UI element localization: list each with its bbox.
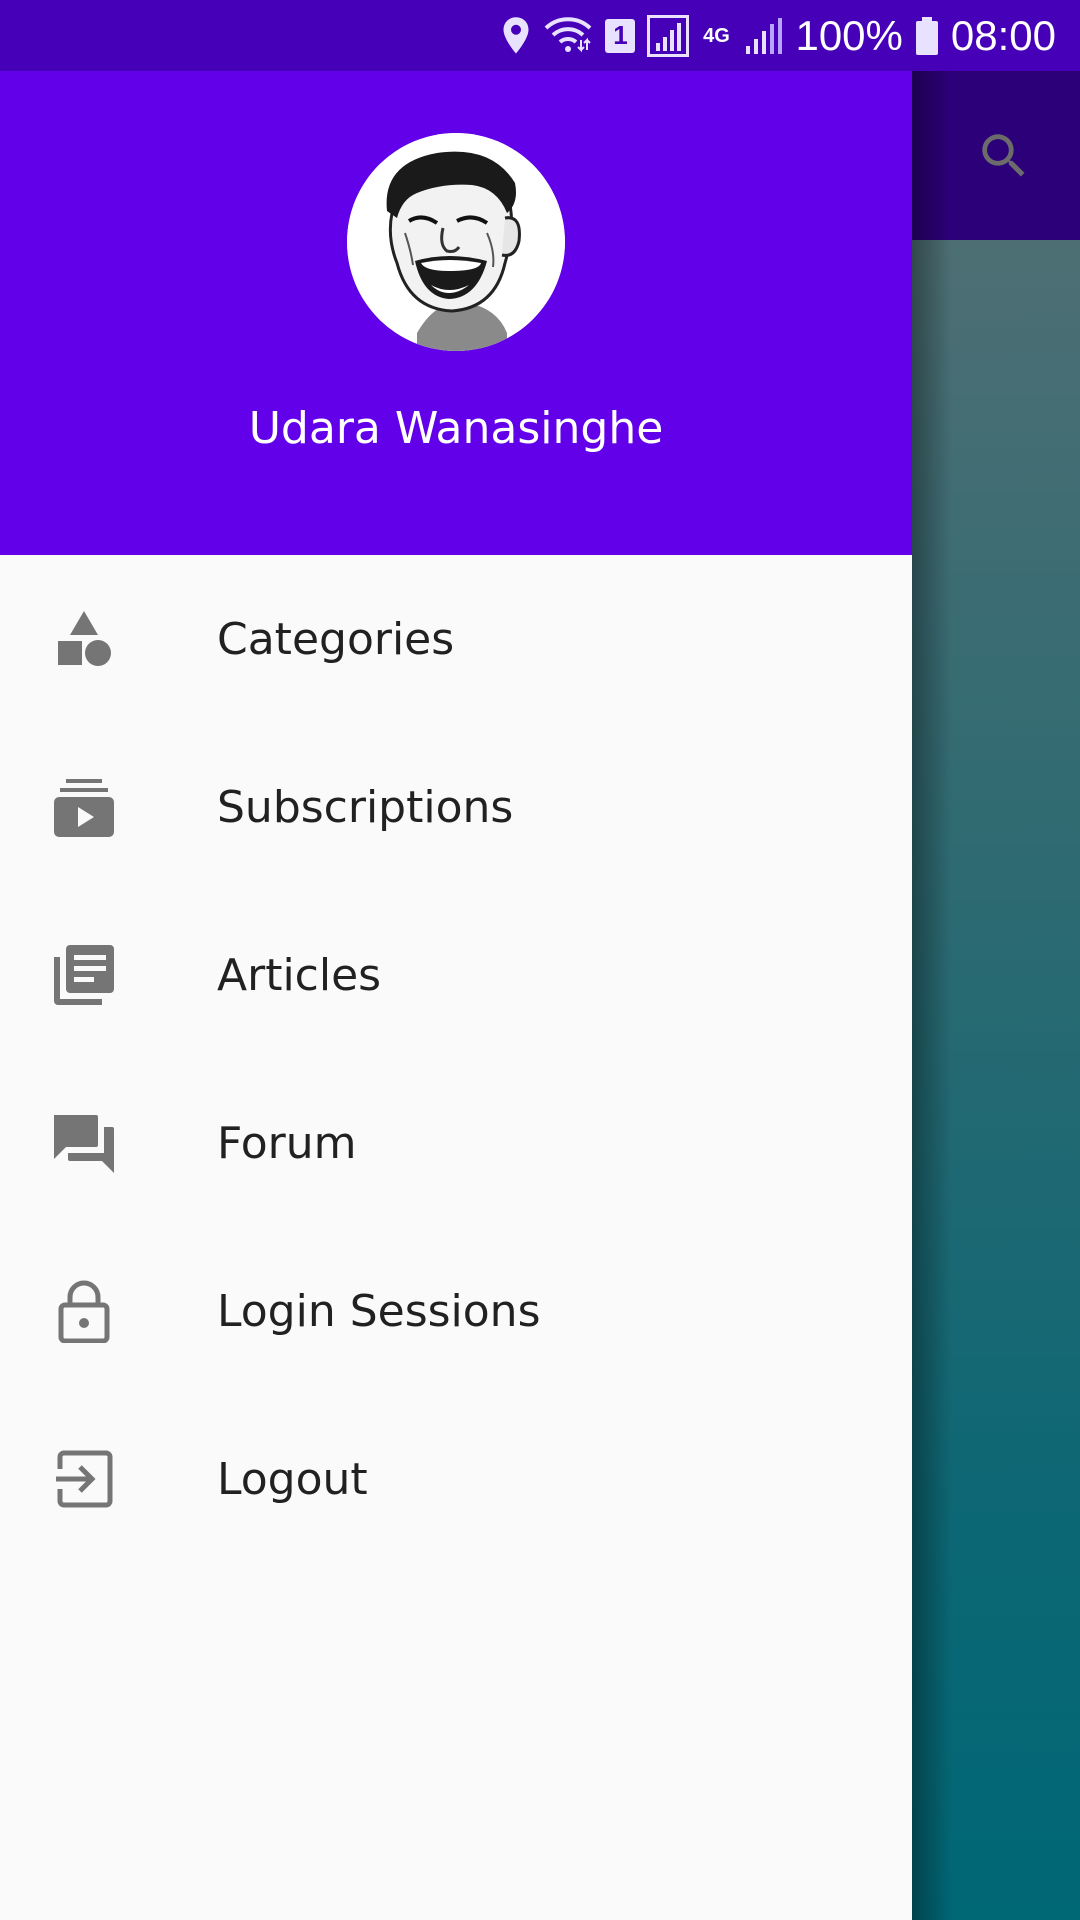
- screen: 1 4G 100% 08:00 Udara Wanasinghe Categor…: [0, 0, 1080, 1920]
- signal-icon: [647, 11, 690, 61]
- navigation-drawer: Udara Wanasinghe Categories Subscription…: [0, 71, 912, 1920]
- subscriptions-icon: [50, 773, 118, 841]
- logout-icon: [50, 1445, 118, 1513]
- location-icon: [501, 11, 531, 61]
- menu-item-logout[interactable]: Logout: [0, 1395, 912, 1563]
- menu-item-login-sessions[interactable]: Login Sessions: [0, 1227, 912, 1395]
- battery-icon: [915, 11, 939, 61]
- sim-icon: 1: [605, 18, 636, 53]
- battery-percent: 100%: [795, 11, 903, 59]
- user-name: Udara Wanasinghe: [248, 403, 664, 454]
- clock: 08:00: [950, 11, 1056, 59]
- articles-icon: [50, 941, 118, 1009]
- drawer-shadow: [912, 71, 952, 1920]
- menu-label: Login Sessions: [217, 1285, 541, 1337]
- menu-item-articles[interactable]: Articles: [0, 891, 912, 1059]
- menu-label: Articles: [217, 949, 382, 1001]
- menu-label: Forum: [217, 1117, 357, 1169]
- menu-item-forum[interactable]: Forum: [0, 1059, 912, 1227]
- avatar-image: [347, 133, 565, 351]
- forum-icon: [50, 1109, 118, 1177]
- menu-label: Logout: [217, 1453, 368, 1505]
- network-type: 4G: [703, 24, 730, 47]
- menu-label: Categories: [217, 613, 455, 665]
- menu-item-categories[interactable]: Categories: [0, 555, 912, 723]
- shapes-icon: [50, 605, 118, 673]
- menu-label: Subscriptions: [217, 781, 514, 833]
- drawer-header: Udara Wanasinghe: [0, 71, 912, 555]
- avatar[interactable]: [347, 133, 565, 351]
- wifi-icon: [543, 11, 593, 61]
- lock-icon: [50, 1277, 118, 1345]
- signal-weak-icon: [743, 11, 783, 61]
- search-button[interactable]: [968, 120, 1040, 192]
- search-icon: [982, 134, 1025, 177]
- status-bar: 1 4G 100% 08:00: [0, 0, 1080, 71]
- menu-item-subscriptions[interactable]: Subscriptions: [0, 723, 912, 891]
- drawer-menu: Categories Subscriptions Articles Forum …: [0, 555, 912, 1563]
- network-4g-icon: 4G: [701, 11, 731, 61]
